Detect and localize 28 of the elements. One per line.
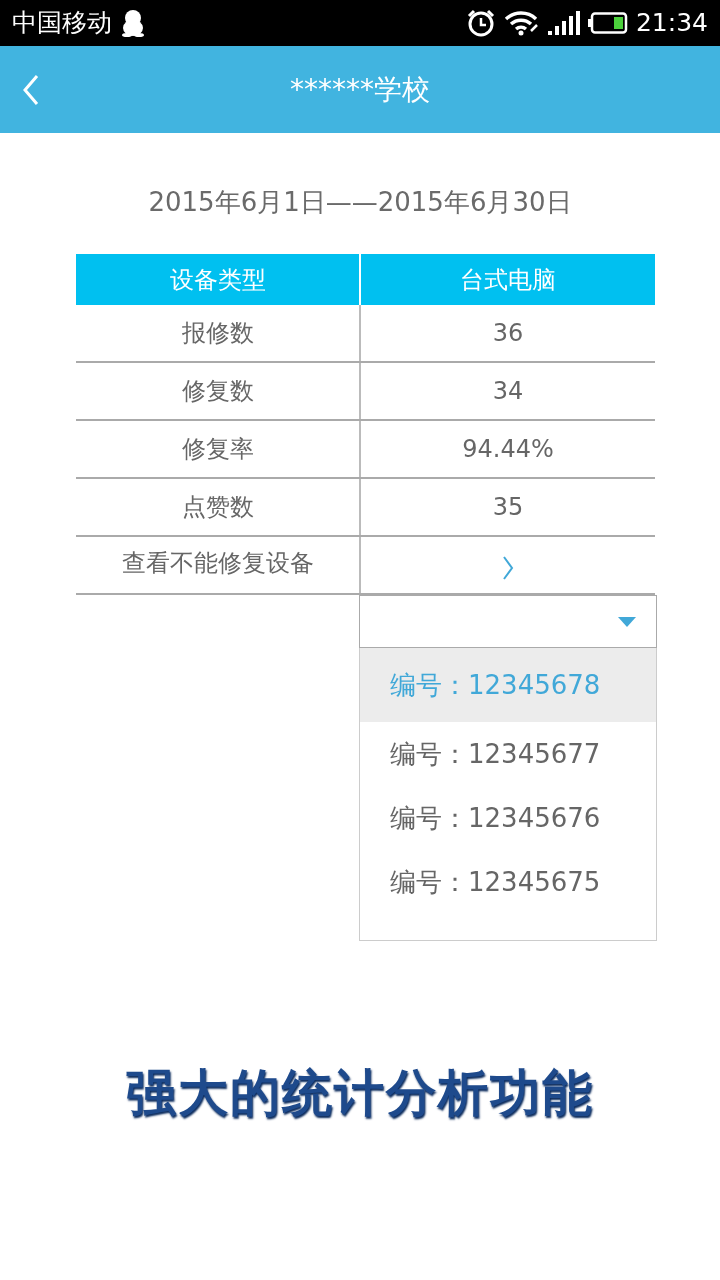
- row-label: 修复数: [180, 376, 255, 407]
- table-cell: 35: [359, 479, 655, 535]
- row-label: 查看不能修复设备: [120, 548, 315, 579]
- date-range: 2015年6月1日——2015年6月30日: [147, 186, 573, 219]
- wifi-icon: [503, 10, 540, 36]
- column-header: 设备类型: [168, 264, 267, 296]
- penguin-icon: [120, 9, 146, 37]
- clock-time: 21:34: [635, 7, 708, 40]
- slogan-text: 强大的统计分析功能: [125, 1063, 595, 1124]
- row-label: 修复率: [180, 434, 255, 465]
- column-header: 台式电脑: [359, 254, 655, 305]
- table-cell: 34: [359, 363, 655, 419]
- chevron-right-icon[interactable]: [502, 555, 514, 581]
- dropdown-option[interactable]: 编号：12345677: [360, 722, 656, 786]
- caret-icon: [618, 616, 636, 627]
- dropdown-option[interactable]: 编号：12345675: [360, 850, 656, 914]
- row-label: 点赞数: [180, 492, 255, 523]
- carrier-name: 中国移动: [12, 7, 112, 40]
- dropdown-option[interactable]: 编号：12345676: [360, 786, 656, 850]
- alarm-icon: [465, 9, 496, 37]
- table-cell: 36: [359, 305, 655, 361]
- battery-icon: [587, 12, 628, 34]
- signal-icon: [547, 11, 580, 35]
- back-icon[interactable]: [22, 74, 40, 106]
- dropdown-select[interactable]: [359, 595, 657, 648]
- page-title: ******学校: [290, 71, 430, 108]
- table-cell: 94.44%: [359, 421, 655, 477]
- row-label: 报修数: [180, 318, 255, 349]
